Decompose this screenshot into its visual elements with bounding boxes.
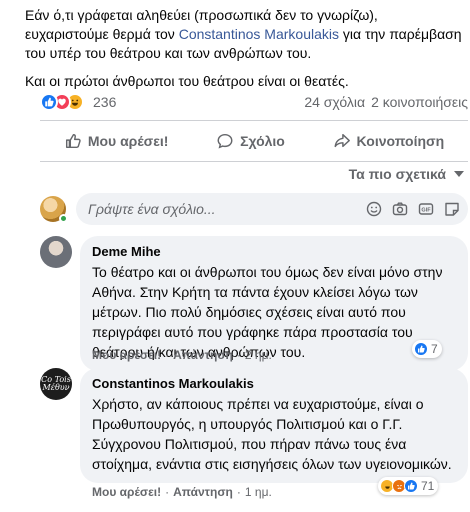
comment-actions: Μου αρέσει! · Απάντηση · 1 ημ.	[92, 485, 272, 499]
comment-composer: GIF	[40, 193, 468, 225]
comment-reply-link[interactable]: Απάντηση	[173, 348, 233, 362]
shares-count[interactable]: 2 κοινοποιήσεις	[371, 94, 468, 110]
comment-item: Co Tois Μέθυν Constantinos Markoulakis Χ…	[40, 368, 468, 499]
comment-text: Το θέατρο και οι άνθρωποι του όμως δεν ε…	[92, 264, 443, 360]
thumbs-up-icon	[65, 133, 81, 149]
divider	[40, 161, 468, 162]
comment-reaction-badge[interactable]: 7	[412, 340, 442, 358]
sort-label: Τα πιο σχετικά	[348, 166, 446, 182]
caret-down-icon	[454, 171, 464, 177]
emoji-icon[interactable]	[366, 201, 382, 217]
comment-timestamp[interactable]: 1 ημ.	[245, 485, 272, 499]
gif-icon[interactable]: GIF	[418, 201, 434, 217]
online-status-icon	[59, 214, 68, 223]
mention-link[interactable]: Constantinos Markoulakis	[179, 26, 339, 42]
svg-text:GIF: GIF	[421, 208, 431, 214]
composer-tools: GIF	[366, 201, 460, 217]
divider	[40, 120, 468, 121]
separator: ·	[236, 485, 241, 499]
comment-item: Deme Mihe Το θέατρο και οι άνθρωποι του …	[40, 236, 468, 371]
commenter-name[interactable]: Constantinos Markoulakis	[92, 376, 456, 392]
share-button[interactable]: Κοινοποίηση	[333, 132, 445, 150]
engagement-meta: 24 σχόλια 2 κοινοποιήσεις	[304, 94, 468, 110]
reaction-count[interactable]: 236	[93, 94, 116, 110]
like-icon	[404, 479, 418, 493]
reaction-count: 7	[431, 342, 438, 356]
separator: ·	[165, 348, 170, 362]
like-icon	[40, 93, 58, 111]
commenter-name[interactable]: Deme Mihe	[92, 244, 456, 260]
comment-input[interactable]	[88, 201, 366, 217]
comment-actions: Μου αρέσει! · Απάντηση · 2 ημ.	[92, 348, 272, 362]
comment-reply-link[interactable]: Απάντηση	[173, 485, 233, 499]
comment-sort-dropdown[interactable]: Τα πιο σχετικά	[349, 166, 464, 182]
like-label: Μου αρέσει!	[87, 133, 169, 149]
comment-input-container[interactable]: GIF	[76, 193, 468, 225]
share-label: Κοινοποίηση	[356, 133, 445, 149]
comment-label: Σχόλιο	[240, 133, 285, 149]
commenter-avatar[interactable]	[40, 236, 72, 268]
post-paragraph-1: Εάν ό,τι γράφεται αληθεύει (προσωπικά δε…	[25, 6, 465, 63]
reactions-summary: 236 24 σχόλια 2 κοινοποιήσεις	[40, 91, 468, 113]
comment-button[interactable]: Σχόλιο	[216, 132, 285, 150]
reaction-icons[interactable]	[40, 93, 84, 111]
separator: ·	[236, 348, 241, 362]
sticker-icon[interactable]	[444, 201, 460, 217]
post-actions: Μου αρέσει! Σχόλιο Κοινοποίηση	[40, 126, 468, 156]
camera-icon[interactable]	[392, 201, 408, 217]
comment-icon	[217, 133, 233, 149]
comment-like-link[interactable]: Μου αρέσει!	[92, 485, 161, 499]
like-icon	[414, 342, 428, 356]
post-body: Εάν ό,τι γράφεται αληθεύει (προσωπικά δε…	[25, 6, 465, 100]
commenter-avatar[interactable]: Co Tois Μέθυν	[40, 368, 72, 400]
comment-text: Χρήστο, αν κάποιους πρέπει να ευχαριστού…	[92, 396, 452, 472]
like-button[interactable]: Μου αρέσει!	[64, 132, 169, 150]
comment-bubble: Constantinos Markoulakis Χρήστο, αν κάπο…	[80, 368, 468, 483]
current-user-avatar[interactable]	[40, 196, 68, 223]
comment-timestamp[interactable]: 2 ημ.	[245, 348, 272, 362]
comment-like-link[interactable]: Μου αρέσει!	[92, 348, 161, 362]
share-icon	[334, 133, 350, 148]
comment-reaction-badge[interactable]: 71	[378, 477, 439, 495]
comments-count[interactable]: 24 σχόλια	[304, 94, 365, 110]
post-paragraph-2: Και οι πρώτοι άνθρωποι του θεάτρου είναι…	[25, 73, 349, 89]
separator: ·	[165, 485, 170, 499]
reaction-count: 71	[421, 479, 435, 493]
